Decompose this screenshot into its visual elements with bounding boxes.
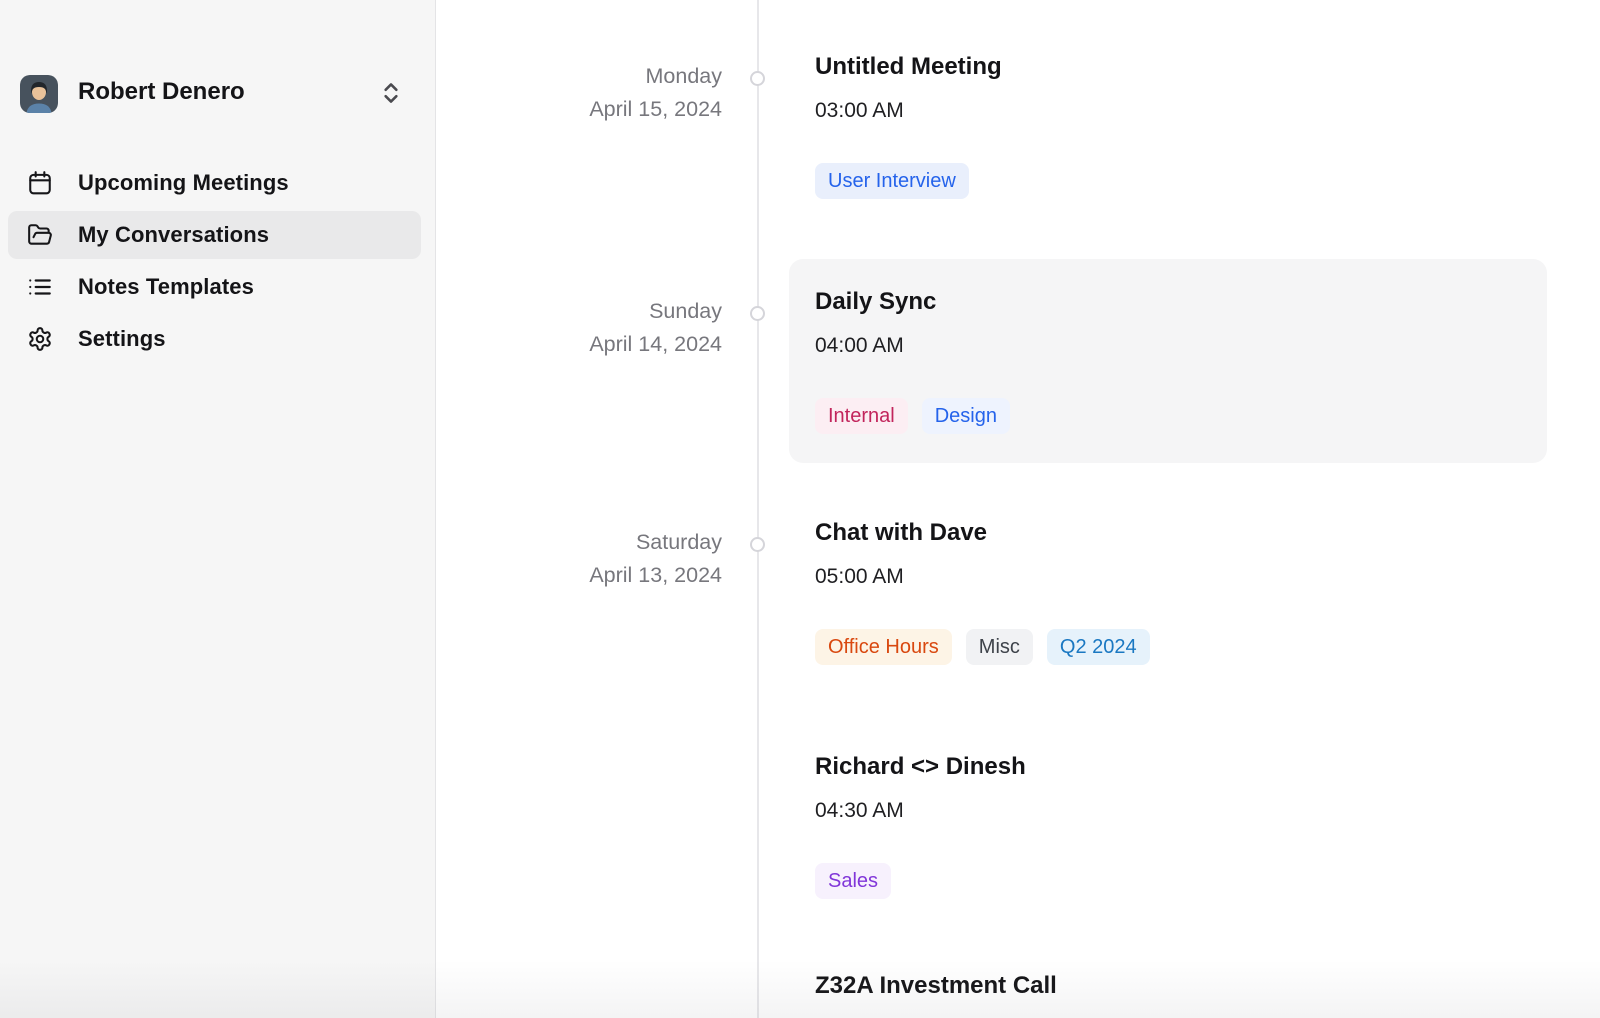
tag-user-interview[interactable]: User Interview [815,163,969,199]
list-icon [27,274,53,300]
meeting-card[interactable]: Untitled Meeting 03:00 AM User Interview [815,52,1002,199]
meeting-card[interactable]: Chat with Dave 05:00 AM Office Hours Mis… [815,518,1150,665]
sidebar-item-label: My Conversations [78,222,269,248]
sidebar-nav: Upcoming Meetings My Conversations [8,159,421,363]
calendar-icon [27,170,53,196]
profile-switcher[interactable]: Robert Denero [0,70,435,118]
meeting-title: Richard <> Dinesh [815,752,1026,782]
sidebar-item-label: Upcoming Meetings [78,170,289,196]
sidebar-item-notes-templates[interactable]: Notes Templates [8,263,421,311]
timeline-date-text: April 15, 2024 [436,93,722,126]
sidebar: Robert Denero Upcoming Meetings [0,0,436,1018]
avatar [20,75,58,113]
meeting-tags: Internal Design [815,398,1010,434]
chevrons-up-down-icon[interactable] [378,78,404,108]
meetings-app: Robert Denero Upcoming Meetings [0,0,1600,1018]
timeline-weekday: Sunday [436,295,722,328]
conversations-timeline: Monday April 15, 2024 Untitled Meeting 0… [436,0,1600,1018]
meeting-title: Z32A Investment Call [815,971,1057,1001]
timeline-weekday: Saturday [436,526,722,559]
tag-sales[interactable]: Sales [815,863,891,899]
sidebar-item-label: Notes Templates [78,274,254,300]
timeline-date-text: April 14, 2024 [436,328,722,361]
sidebar-item-upcoming-meetings[interactable]: Upcoming Meetings [8,159,421,207]
meeting-time: 05:00 AM [815,564,1150,590]
tag-q2-2024[interactable]: Q2 2024 [1047,629,1150,665]
meeting-card[interactable]: Z32A Investment Call [815,971,1057,1001]
sidebar-item-my-conversations[interactable]: My Conversations [8,211,421,259]
timeline-dot [750,306,765,321]
meeting-title: Daily Sync [815,287,1010,317]
meeting-title: Untitled Meeting [815,52,1002,82]
tag-misc[interactable]: Misc [966,629,1033,665]
timeline-weekday: Monday [436,60,722,93]
sidebar-item-label: Settings [78,326,166,352]
meeting-title: Chat with Dave [815,518,1150,548]
meeting-time: 04:30 AM [815,798,1026,824]
meeting-card[interactable]: Richard <> Dinesh 04:30 AM Sales [815,752,1026,899]
meeting-time: 03:00 AM [815,98,1002,124]
tag-design[interactable]: Design [922,398,1010,434]
timeline-date-text: April 13, 2024 [436,559,722,592]
timeline-date: Monday April 15, 2024 [436,60,722,126]
tag-office-hours[interactable]: Office Hours [815,629,952,665]
timeline-date: Saturday April 13, 2024 [436,526,722,592]
timeline-date: Sunday April 14, 2024 [436,295,722,361]
meeting-tags: Sales [815,863,1026,899]
gear-icon [27,326,53,352]
meeting-time: 04:00 AM [815,333,1010,359]
tag-internal[interactable]: Internal [815,398,908,434]
folder-open-icon [27,222,53,248]
meeting-tags: Office Hours Misc Q2 2024 [815,629,1150,665]
timeline-line [757,0,759,1018]
meeting-card[interactable]: Daily Sync 04:00 AM Internal Design [815,287,1010,434]
timeline-dot [750,537,765,552]
sidebar-item-settings[interactable]: Settings [8,315,421,363]
timeline-dot [750,71,765,86]
profile-name: Robert Denero [78,78,245,106]
meeting-tags: User Interview [815,163,1002,199]
